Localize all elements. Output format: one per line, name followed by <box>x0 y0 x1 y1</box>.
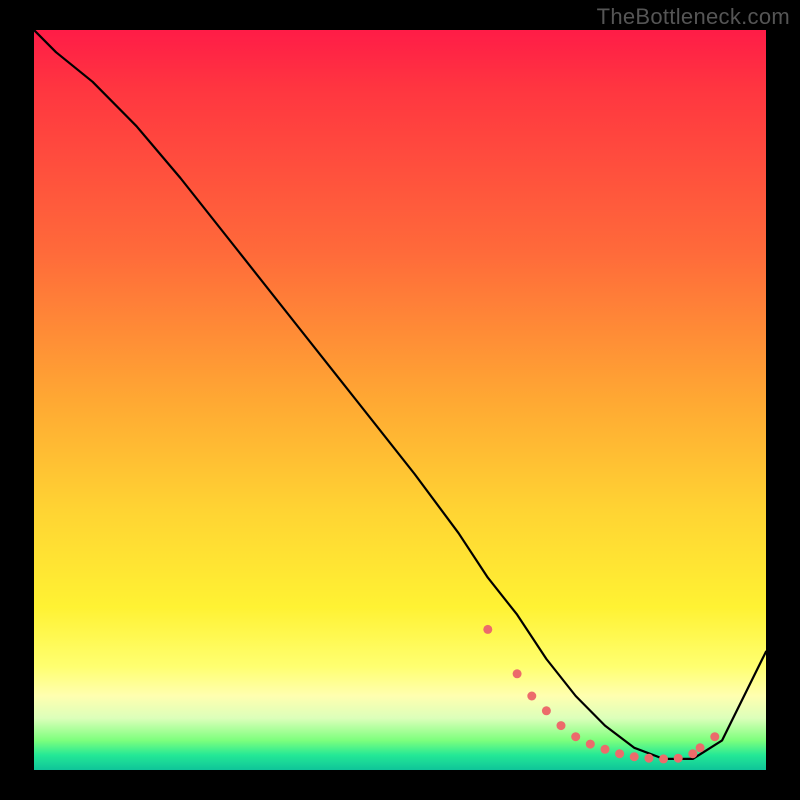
marker-dot <box>601 745 610 754</box>
marker-dot <box>586 740 595 749</box>
marker-dot <box>513 669 522 678</box>
watermark-text: TheBottleneck.com <box>597 4 790 30</box>
marker-dot <box>696 743 705 752</box>
marker-dot <box>674 754 683 763</box>
chart-frame: TheBottleneck.com <box>0 0 800 800</box>
marker-group <box>483 625 719 764</box>
marker-dot <box>571 732 580 741</box>
marker-dot <box>644 754 653 763</box>
curve-layer <box>34 30 766 770</box>
marker-dot <box>527 692 536 701</box>
curve-path <box>34 30 766 759</box>
marker-dot <box>557 721 566 730</box>
marker-dot <box>615 749 624 758</box>
marker-dot <box>483 625 492 634</box>
marker-dot <box>542 706 551 715</box>
marker-dot <box>630 752 639 761</box>
marker-dot <box>659 754 668 763</box>
gradient-plot-area <box>34 30 766 770</box>
marker-dot <box>688 749 697 758</box>
marker-dot <box>710 732 719 741</box>
